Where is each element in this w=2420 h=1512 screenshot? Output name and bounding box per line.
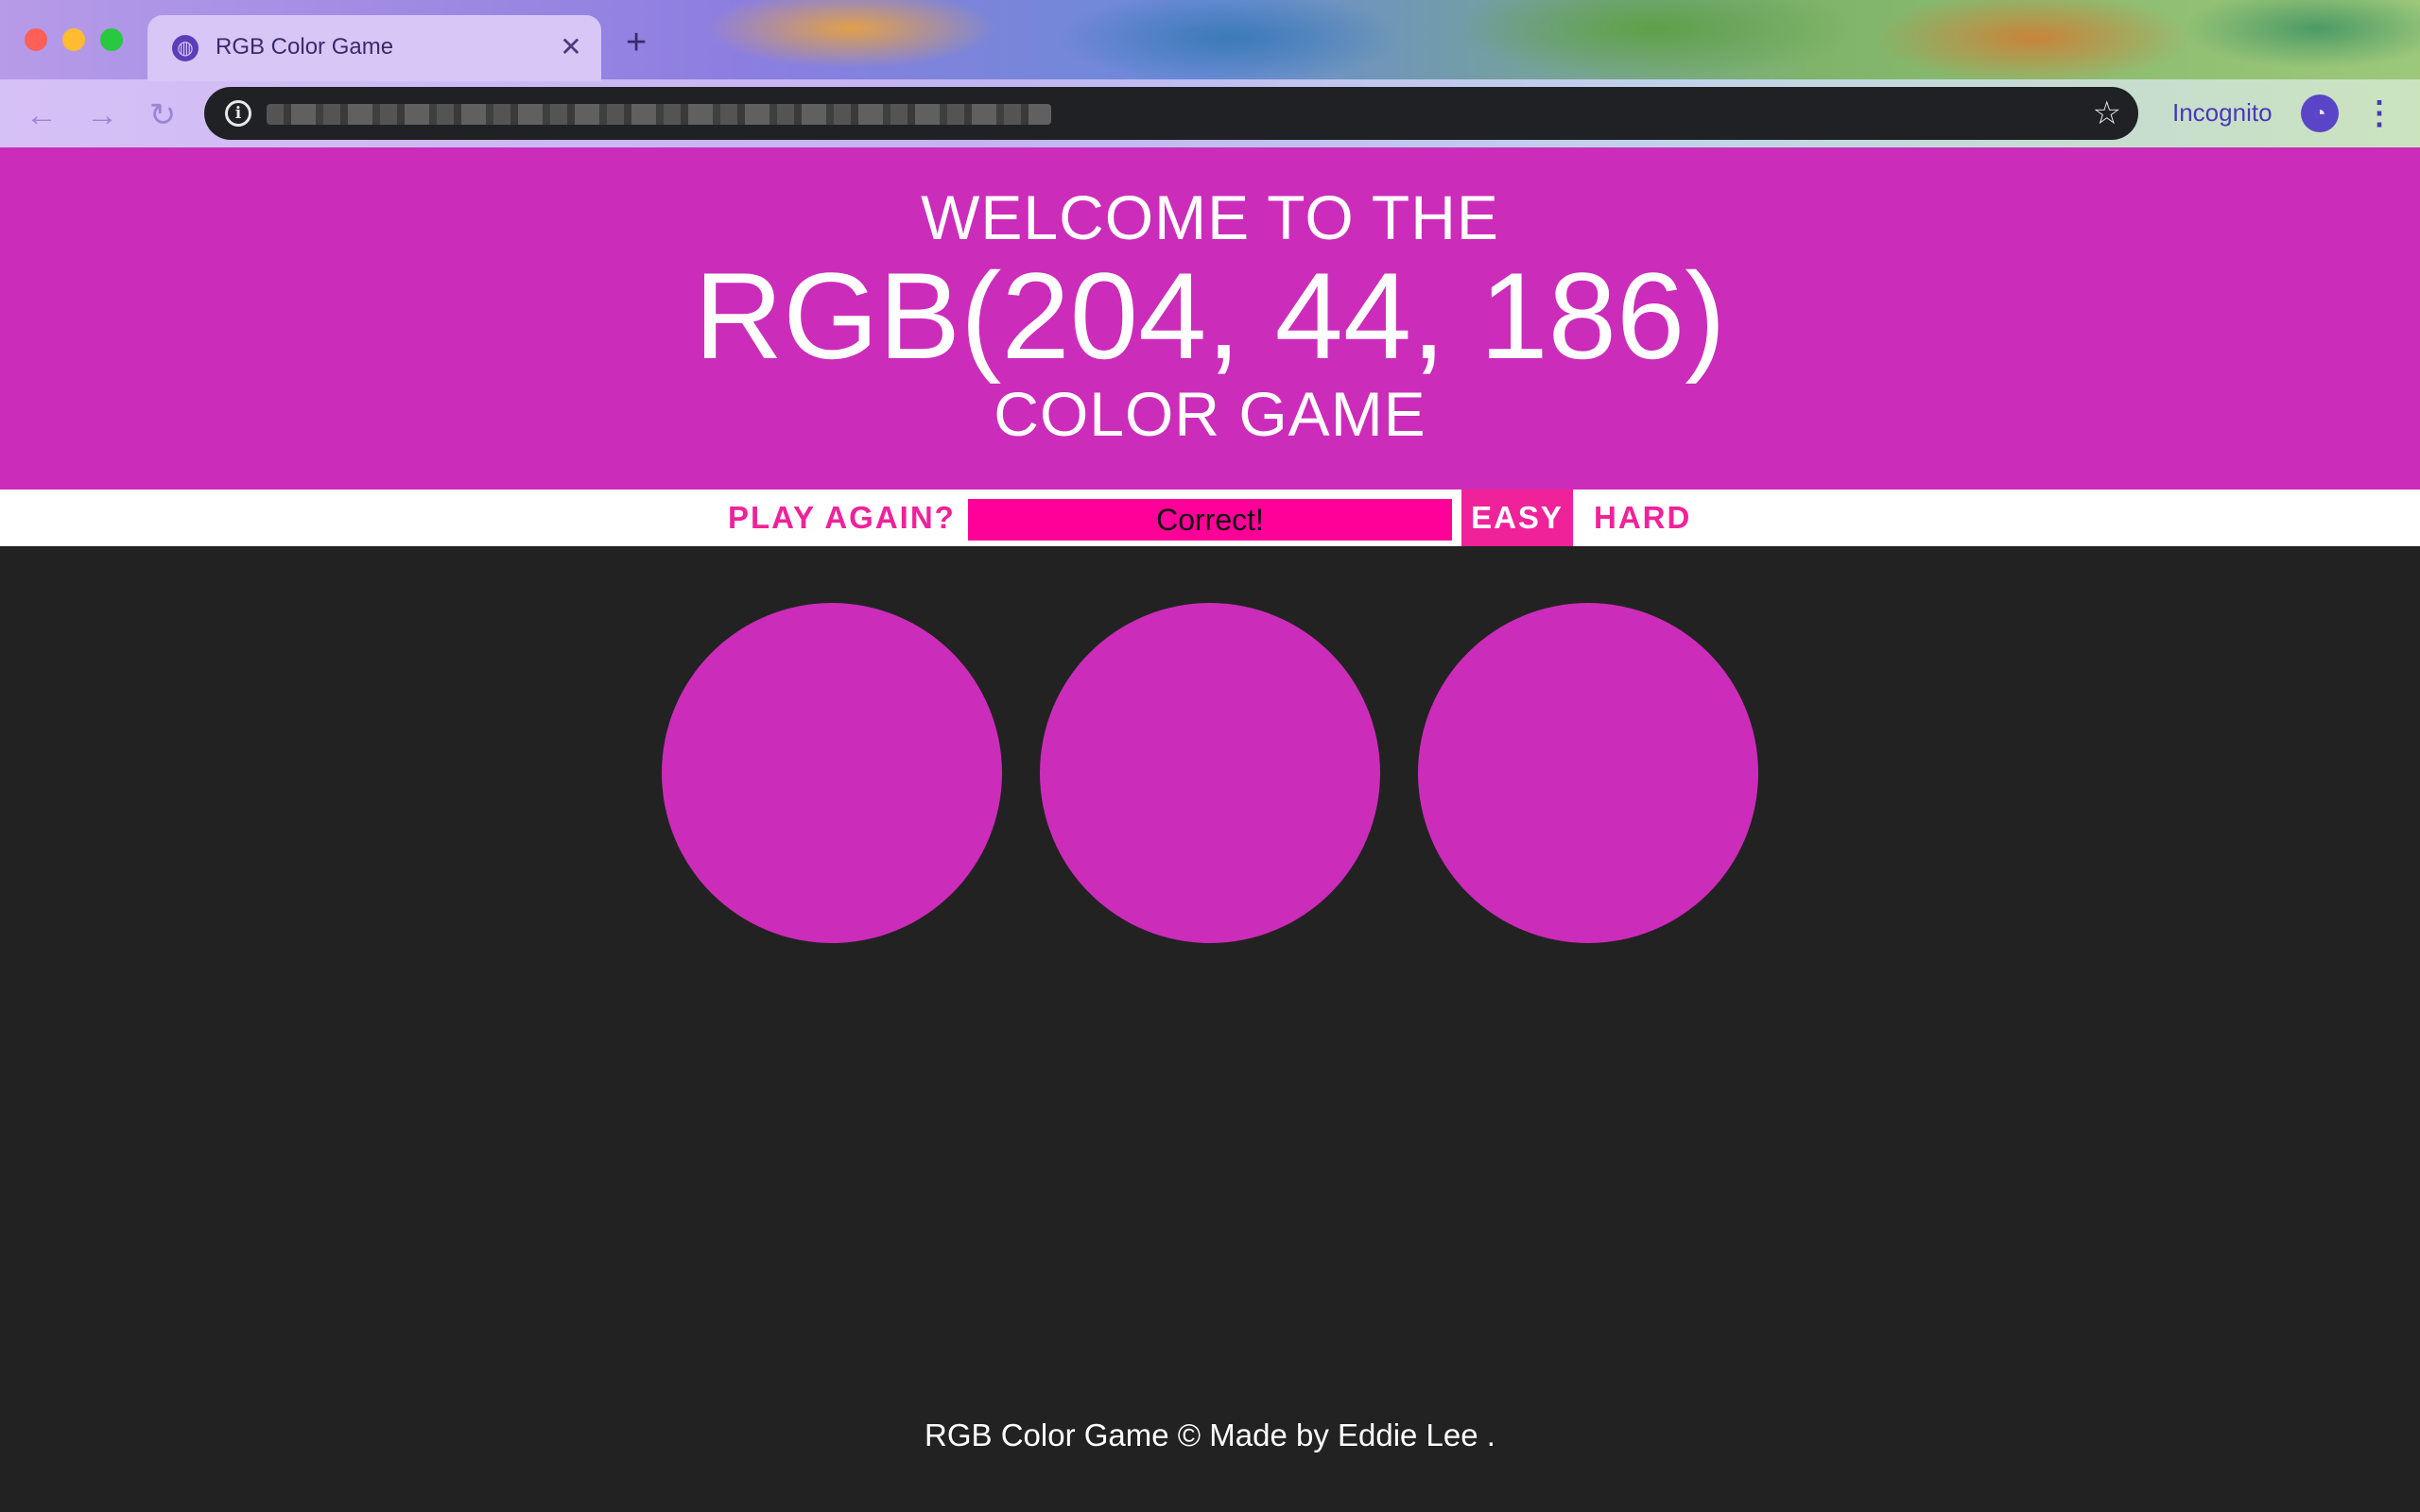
color-square[interactable]: [1418, 603, 1758, 943]
color-square[interactable]: [1040, 603, 1380, 943]
header-title: COLOR GAME: [994, 379, 1426, 449]
reload-icon[interactable]: ↻: [144, 96, 182, 134]
header-welcome: WELCOME TO THE: [921, 182, 1499, 252]
incognito-label: Incognito: [2172, 98, 2273, 127]
url-text-redacted: [267, 104, 1051, 125]
easy-mode-button[interactable]: EASY: [1461, 490, 1573, 546]
more-menu-icon[interactable]: ⋮: [2363, 93, 2395, 134]
page-content: WELCOME TO THE RGB(204, 44, 186) COLOR G…: [0, 147, 2420, 1512]
tab-title: RGB Color Game: [216, 34, 394, 60]
window-close-button[interactable]: [25, 28, 47, 51]
play-again-button[interactable]: PLAY AGAIN?: [720, 490, 963, 546]
result-message: Correct!: [968, 499, 1452, 541]
window-minimize-button[interactable]: [62, 28, 85, 51]
window-zoom-button[interactable]: [100, 28, 123, 51]
color-display: RGB(204, 44, 186): [694, 247, 1726, 385]
color-square[interactable]: [662, 603, 1002, 943]
globe-icon: ◍: [172, 35, 199, 61]
footer-credit: RGB Color Game © Made by Eddie Lee .: [925, 1418, 1495, 1452]
game-header: WELCOME TO THE RGB(204, 44, 186) COLOR G…: [0, 147, 2420, 490]
hard-mode-button[interactable]: HARD: [1584, 490, 1701, 546]
info-icon[interactable]: i: [225, 100, 251, 127]
control-stripe: PLAY AGAIN? Correct! EASY HARD: [0, 490, 2420, 546]
forward-arrow-icon[interactable]: →: [83, 96, 121, 134]
browser-tab[interactable]: ◍ RGB Color Game ✕: [147, 15, 601, 81]
address-bar[interactable]: i ☆: [204, 87, 2138, 140]
close-icon[interactable]: ✕: [556, 30, 586, 64]
bookmark-star-icon[interactable]: ☆: [2093, 94, 2121, 132]
incognito-icon[interactable]: ◔: [2301, 94, 2339, 132]
back-arrow-icon[interactable]: ←: [23, 96, 60, 134]
new-tab-button[interactable]: +: [626, 25, 647, 60]
